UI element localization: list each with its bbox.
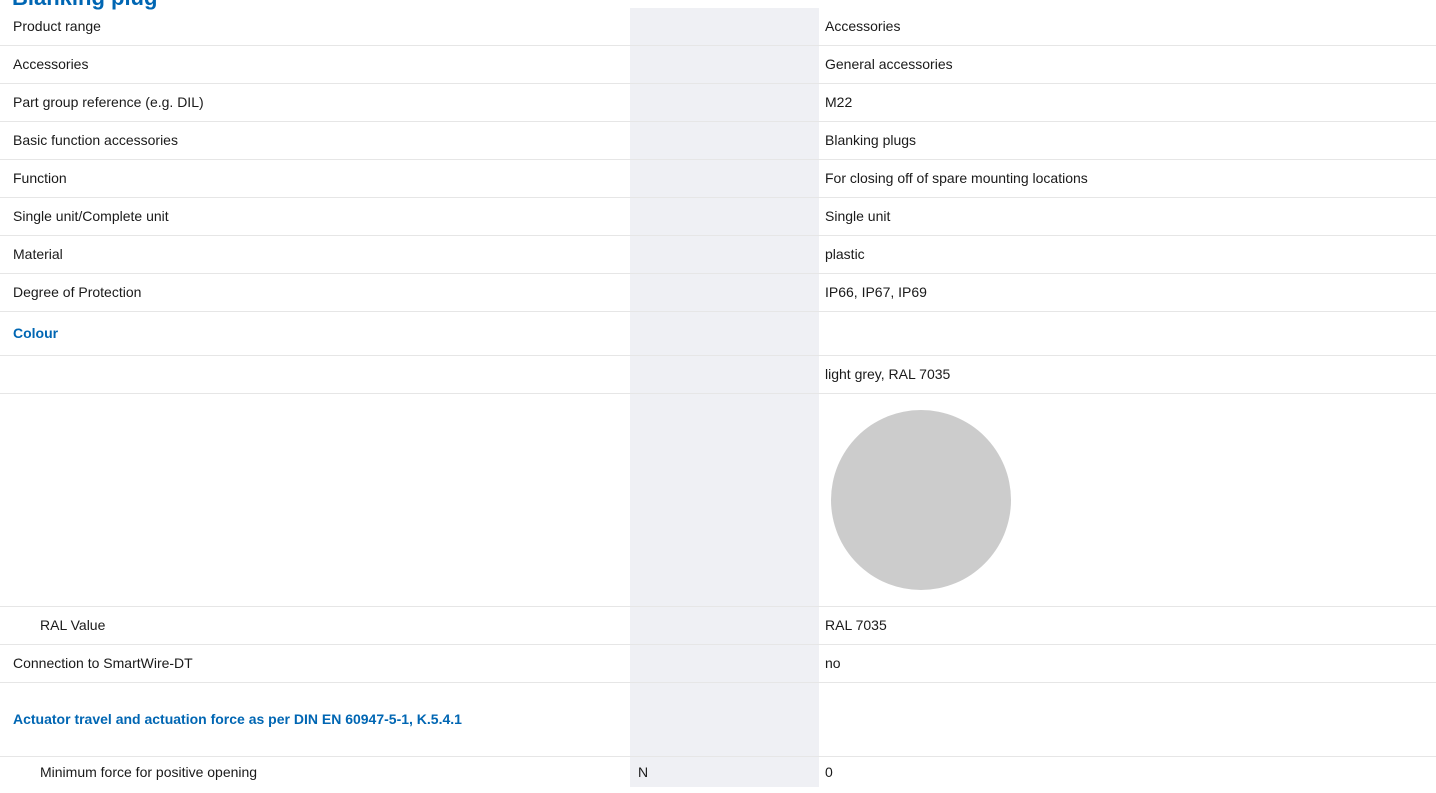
row-spacer [744, 121, 819, 160]
row-spacer [744, 756, 819, 787]
row-label: Part group reference (e.g. DIL) [0, 83, 630, 122]
row-value: Blanking plugs [819, 121, 1436, 160]
row-value: General accessories [819, 45, 1436, 84]
table-row: Accessories General accessories [0, 45, 1436, 84]
row-spacer [744, 311, 819, 356]
table-row: light grey, RAL 7035 [0, 355, 1436, 394]
row-label [0, 393, 630, 607]
row-value: For closing off of spare mounting locati… [819, 159, 1436, 198]
row-value [819, 393, 1436, 607]
spec-page: Blanking plug Product range Accessories … [0, 0, 1436, 793]
table-row: RAL Value RAL 7035 [0, 606, 1436, 645]
row-spacer [744, 45, 819, 84]
row-spacer [744, 159, 819, 198]
table-row: Single unit/Complete unit Single unit [0, 197, 1436, 236]
row-value [819, 311, 1436, 356]
row-unit [630, 311, 744, 356]
row-unit [630, 197, 744, 236]
table-row: Part group reference (e.g. DIL) M22 [0, 83, 1436, 122]
row-spacer [744, 83, 819, 122]
row-unit [630, 159, 744, 198]
row-spacer [744, 355, 819, 394]
min-force-value: 0 [819, 756, 1436, 787]
row-label: Basic function accessories [0, 121, 630, 160]
row-value: IP66, IP67, IP69 [819, 273, 1436, 312]
colour-value: light grey, RAL 7035 [819, 355, 1436, 394]
colour-swatch-row [0, 393, 1436, 607]
row-unit [630, 273, 744, 312]
row-spacer [744, 273, 819, 312]
row-label: Material [0, 235, 630, 274]
section-header-actuator: Actuator travel and actuation force as p… [0, 682, 1436, 757]
ral-value: RAL 7035 [819, 606, 1436, 645]
row-spacer [744, 235, 819, 274]
row-unit [630, 393, 744, 607]
row-spacer [744, 393, 819, 607]
row-unit [630, 355, 744, 394]
spec-table: Product range Accessories Accessories Ge… [0, 8, 1436, 787]
row-value: plastic [819, 235, 1436, 274]
row-spacer [744, 8, 819, 46]
row-unit [630, 644, 744, 683]
row-unit [630, 606, 744, 645]
table-row: Basic function accessories Blanking plug… [0, 121, 1436, 160]
section-heading: Actuator travel and actuation force as p… [0, 682, 630, 757]
row-unit [630, 121, 744, 160]
page-title: Blanking plug [12, 0, 157, 9]
row-label [0, 355, 630, 394]
row-label: Function [0, 159, 630, 198]
table-row: Degree of Protection IP66, IP67, IP69 [0, 273, 1436, 312]
section-heading: Colour [0, 311, 630, 356]
row-value: Accessories [825, 18, 901, 34]
row-label: Product range [13, 18, 101, 34]
smartwire-label: Connection to SmartWire-DT [0, 644, 630, 683]
row-value [819, 682, 1436, 757]
row-unit [630, 8, 744, 46]
ral-label: RAL Value [0, 606, 630, 645]
row-unit [630, 45, 744, 84]
min-force-unit: N [630, 756, 744, 787]
row-spacer [744, 644, 819, 683]
row-spacer [744, 682, 819, 757]
table-row: Material plastic [0, 235, 1436, 274]
table-row: Product range Accessories [0, 8, 1436, 46]
row-spacer [744, 606, 819, 645]
colour-swatch [831, 410, 1011, 590]
row-unit [630, 83, 744, 122]
table-row: Connection to SmartWire-DT no [0, 644, 1436, 683]
row-value: Single unit [819, 197, 1436, 236]
section-header-colour: Colour [0, 311, 1436, 356]
row-unit [630, 682, 744, 757]
table-row: Minimum force for positive opening N 0 [0, 756, 1436, 787]
row-unit [630, 235, 744, 274]
row-spacer [744, 197, 819, 236]
row-value: M22 [819, 83, 1436, 122]
smartwire-value: no [819, 644, 1436, 683]
min-force-label: Minimum force for positive opening [0, 756, 630, 787]
row-label: Single unit/Complete unit [0, 197, 630, 236]
row-label: Degree of Protection [0, 273, 630, 312]
table-row: Function For closing off of spare mounti… [0, 159, 1436, 198]
row-label: Accessories [0, 45, 630, 84]
